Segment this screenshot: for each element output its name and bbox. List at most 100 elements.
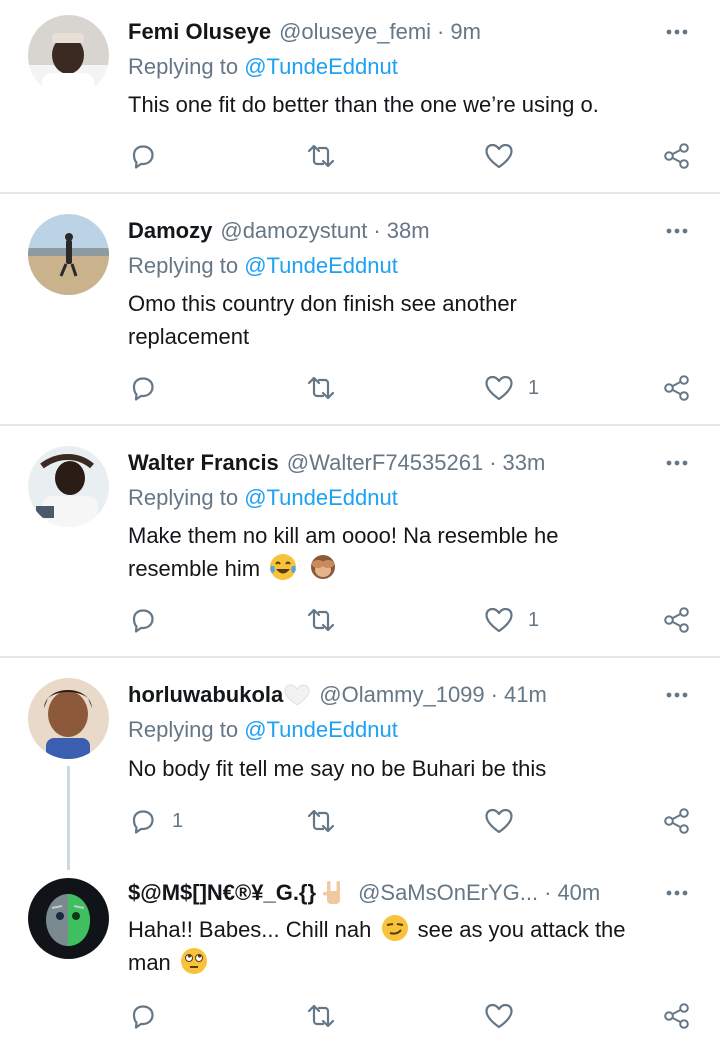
- avatar[interactable]: [28, 446, 109, 527]
- avatar[interactable]: [28, 878, 109, 959]
- replying-to: Replying to @TundeEddnut: [128, 485, 398, 511]
- user-handle[interactable]: @Olammy_1099: [319, 682, 484, 708]
- retweet-button[interactable]: [306, 803, 336, 839]
- display-name[interactable]: horluwabukola: [128, 682, 283, 708]
- divider: [0, 192, 720, 194]
- reply-button[interactable]: [128, 602, 158, 638]
- reply-button[interactable]: [128, 370, 158, 406]
- retweet-icon: [307, 376, 335, 400]
- reply-button[interactable]: [128, 998, 158, 1034]
- tweet-damozy[interactable]: Damozy @damozystunt · 38m Replying to @T…: [0, 199, 720, 424]
- retweet-icon: [307, 144, 335, 168]
- tweet-text-part: man: [128, 950, 171, 975]
- reply-icon: [132, 810, 154, 834]
- reply-button[interactable]: [128, 138, 158, 174]
- share-button[interactable]: [662, 370, 692, 406]
- timestamp[interactable]: 41m: [504, 682, 547, 708]
- tweet-text: Make them no kill am oooo! Na resemble h…: [128, 519, 688, 585]
- more-icon[interactable]: [664, 222, 690, 240]
- replying-to: Replying to @TundeEddnut: [128, 717, 398, 743]
- user-handle[interactable]: @oluseye_femi: [279, 19, 431, 45]
- tweet-text-line-2: resemble him: [128, 552, 688, 585]
- share-button[interactable]: [662, 138, 692, 174]
- heart-icon: [485, 1003, 513, 1029]
- mention-link[interactable]: @TundeEddnut: [244, 717, 398, 742]
- display-name[interactable]: $@M$[]N€®¥_G.{}: [128, 880, 316, 906]
- more-icon[interactable]: [664, 884, 690, 902]
- share-button[interactable]: [662, 803, 692, 839]
- timestamp[interactable]: 33m: [503, 450, 546, 476]
- tweet-text-line-1: Haha!! Babes... Chill nah see as you att…: [128, 913, 688, 946]
- timestamp[interactable]: 38m: [387, 218, 430, 244]
- reply-icon: [132, 1005, 154, 1029]
- action-bar: 1: [0, 602, 720, 638]
- timestamp[interactable]: 9m: [450, 19, 481, 45]
- sign-of-the-horns-emoji-icon: [318, 878, 348, 908]
- tweet-text-part: see as you attack the: [417, 917, 626, 942]
- retweet-button[interactable]: [306, 138, 336, 174]
- replying-to: Replying to @TundeEddnut: [128, 253, 398, 279]
- action-bar: [0, 998, 720, 1034]
- user-handle[interactable]: @WalterF74535261: [287, 450, 483, 476]
- tweet-text: Omo this country don finish see another …: [128, 287, 688, 353]
- separator-dot: ·: [437, 19, 445, 44]
- display-name[interactable]: Femi Oluseye: [128, 19, 271, 45]
- timestamp[interactable]: 40m: [557, 880, 600, 906]
- tweet-walter[interactable]: Walter Francis @WalterF74535261 · 33m Re…: [0, 431, 720, 656]
- more-icon[interactable]: [664, 454, 690, 472]
- display-name[interactable]: Walter Francis: [128, 450, 279, 476]
- tweet-femi[interactable]: Femi Oluseye @oluseye_femi · 9m Replying…: [0, 0, 720, 192]
- reply-icon: [132, 377, 154, 401]
- retweet-button[interactable]: [306, 370, 336, 406]
- like-button[interactable]: [484, 998, 514, 1034]
- like-button[interactable]: [484, 138, 514, 174]
- avatar[interactable]: [28, 15, 109, 96]
- tweet-text-line: Omo this country don finish see another: [128, 291, 517, 316]
- share-icon: [664, 143, 689, 169]
- retweet-button[interactable]: [306, 998, 336, 1034]
- share-button[interactable]: [662, 602, 692, 638]
- share-button[interactable]: [662, 998, 692, 1034]
- divider: [0, 424, 720, 426]
- share-icon: [664, 375, 689, 401]
- replying-prefix: Replying to: [128, 485, 239, 510]
- more-icon[interactable]: [664, 686, 690, 704]
- user-handle[interactable]: @SaMsOnErYG...: [358, 880, 538, 906]
- separator-dot: ·: [489, 450, 497, 475]
- retweet-icon: [307, 1004, 335, 1028]
- separator-dot: ·: [544, 880, 552, 905]
- retweet-icon: [307, 809, 335, 833]
- like-button[interactable]: 1: [484, 370, 539, 406]
- replying-prefix: Replying to: [128, 54, 239, 79]
- retweet-icon: [307, 608, 335, 632]
- tweet-text: No body fit tell me say no be Buhari be …: [128, 756, 547, 781]
- display-name[interactable]: Damozy: [128, 218, 212, 244]
- divider: [0, 656, 720, 658]
- tweet-samsonery[interactable]: $@M$[]N€®¥_G.{} @SaMsOnErYG... · 40m Hah…: [0, 863, 720, 1050]
- separator-dot: ·: [490, 682, 498, 707]
- action-bar: 1: [0, 803, 720, 839]
- share-icon: [664, 808, 689, 834]
- tweet-text-line: resemble him: [128, 556, 261, 581]
- reply-icon: [132, 145, 154, 169]
- heart-icon: [485, 143, 513, 169]
- like-button[interactable]: 1: [484, 602, 539, 638]
- tweet-text-part: Haha!! Babes... Chill nah: [128, 917, 372, 942]
- mention-link[interactable]: @TundeEddnut: [244, 54, 398, 79]
- more-icon[interactable]: [664, 23, 690, 41]
- avatar[interactable]: [28, 214, 109, 295]
- action-bar: [0, 138, 720, 174]
- tears-of-joy-emoji-icon: [268, 552, 298, 582]
- user-handle[interactable]: @damozystunt: [220, 218, 367, 244]
- eye-roll-face-emoji-icon: [179, 946, 209, 976]
- mention-link[interactable]: @TundeEddnut: [244, 485, 398, 510]
- smirking-face-emoji-icon: [380, 913, 410, 943]
- tweet-horluwabukola[interactable]: horluwabukola @Olammy_1099 · 41m Replyin…: [0, 663, 720, 853]
- retweet-button[interactable]: [306, 602, 336, 638]
- avatar[interactable]: [28, 678, 109, 759]
- mention-link[interactable]: @TundeEddnut: [244, 253, 398, 278]
- replying-to: Replying to @TundeEddnut: [128, 54, 398, 80]
- reply-button[interactable]: 1: [128, 803, 183, 839]
- like-button[interactable]: [484, 803, 514, 839]
- tweet-text-line: replacement: [128, 324, 250, 349]
